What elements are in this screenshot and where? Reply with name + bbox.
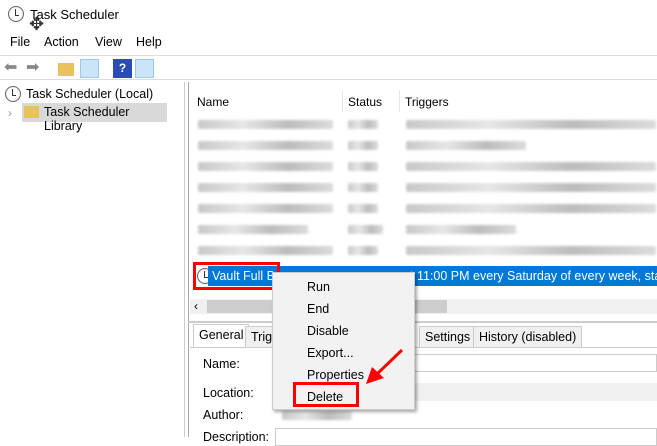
task-row[interactable] (196, 156, 657, 176)
task-row[interactable] (196, 114, 657, 134)
task-row[interactable] (196, 240, 657, 260)
task-scheduler-icon (8, 6, 24, 22)
task-row[interactable] (196, 219, 657, 239)
folder-icon (24, 106, 39, 118)
column-status[interactable]: Status (348, 95, 382, 109)
name-label: Name: (203, 357, 240, 371)
menu-item-run[interactable]: Run (307, 280, 330, 294)
title-bar: Task Scheduler ✥ (0, 0, 657, 34)
selected-task-trigger: t 11:00 PM every Saturday of every week,… (410, 269, 657, 283)
clock-icon (5, 86, 21, 102)
up-folder-icon[interactable] (58, 63, 74, 76)
task-row[interactable] (196, 135, 657, 155)
toolbar: ⬅ ➡ ? (0, 55, 657, 80)
task-row[interactable] (196, 177, 657, 197)
console-tree: Task Scheduler (Local) › Task Scheduler … (0, 82, 185, 437)
show-hide-console-tree-icon[interactable] (80, 59, 99, 78)
expand-chevron-icon[interactable]: › (8, 106, 12, 120)
tab-history[interactable]: History (disabled) (473, 326, 583, 347)
pane-splitter[interactable] (188, 321, 657, 323)
red-arrow-icon (366, 348, 404, 384)
menu-view[interactable]: View (95, 35, 122, 49)
author-label: Author: (203, 408, 244, 422)
location-label: Location: (203, 386, 254, 400)
menu-item-properties[interactable]: Properties (307, 368, 364, 382)
column-name[interactable]: Name (197, 95, 229, 109)
author-value (282, 411, 352, 420)
scroll-left-icon[interactable]: ‹ (194, 299, 198, 313)
menu-item-export[interactable]: Export... (307, 346, 354, 360)
menu-help[interactable]: Help (136, 35, 162, 49)
tab-general[interactable]: General (193, 324, 250, 348)
forward-icon[interactable]: ➡ (26, 59, 45, 78)
menu-action[interactable]: Action (44, 35, 79, 49)
description-label: Description: (203, 430, 269, 444)
help-icon[interactable]: ? (113, 59, 132, 78)
horizontal-scrollbar[interactable]: ‹ (190, 299, 657, 314)
task-highlight-box (193, 262, 280, 290)
column-triggers[interactable]: Triggers (405, 95, 449, 109)
delete-highlight-box (293, 382, 359, 407)
tab-settings[interactable]: Settings (419, 326, 477, 347)
menu-bar: File Action View Help (0, 32, 657, 52)
menu-item-end[interactable]: End (307, 302, 329, 316)
tree-root[interactable]: Task Scheduler (Local) (26, 87, 153, 101)
tree-library-item[interactable]: Task Scheduler Library (22, 103, 167, 133)
tree-library-label: Task Scheduler Library (44, 105, 130, 133)
back-icon[interactable]: ⬅ (4, 59, 23, 78)
show-hide-action-pane-icon[interactable] (135, 59, 154, 78)
description-field[interactable] (275, 428, 657, 446)
task-row[interactable] (196, 198, 657, 218)
menu-item-disable[interactable]: Disable (307, 324, 349, 338)
menu-file[interactable]: File (10, 35, 30, 49)
